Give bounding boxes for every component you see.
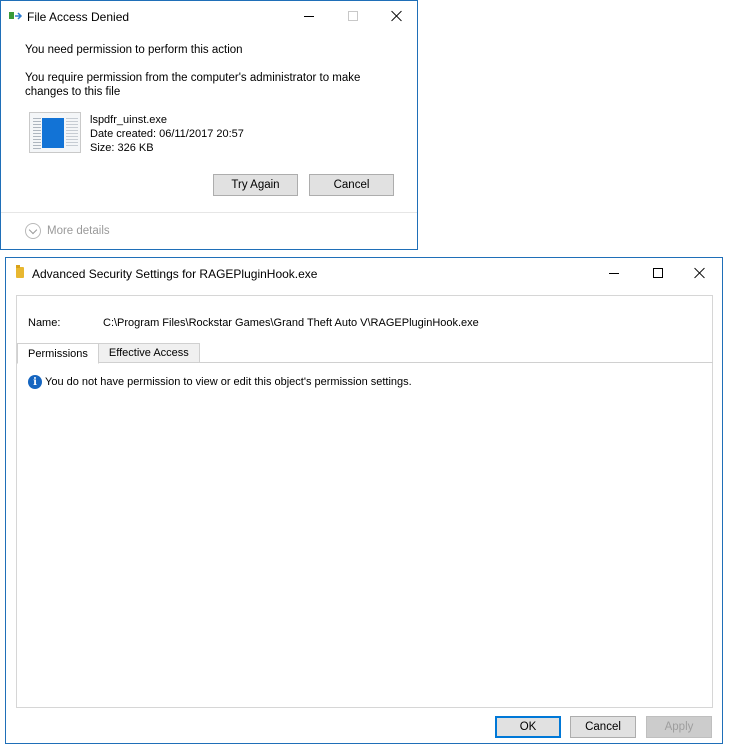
permission-message-line2: changes to this file: [25, 86, 121, 98]
object-path: C:\Program Files\Rockstar Games\Grand Th…: [103, 317, 479, 329]
file-date-created: Date created: 06/11/2017 20:57: [90, 128, 244, 140]
folder-icon: [16, 265, 24, 278]
minimize-icon: [304, 15, 314, 17]
more-details-toggle[interactable]: More details: [25, 223, 110, 239]
minimize-button[interactable]: [592, 258, 636, 288]
close-button[interactable]: [678, 258, 722, 288]
minimize-button[interactable]: [287, 1, 331, 31]
info-icon: i: [28, 375, 42, 389]
info-message: i You do not have permission to view or …: [28, 375, 412, 389]
dialog2-titlebar[interactable]: Advanced Security Settings for RAGEPlugi…: [6, 258, 722, 288]
apply-button: Apply: [646, 716, 712, 738]
close-button[interactable]: [375, 1, 419, 31]
close-icon: [391, 10, 403, 22]
maximize-button[interactable]: [636, 258, 680, 288]
file-move-icon: [9, 11, 23, 21]
file-size: Size: 326 KB: [90, 142, 154, 154]
file-thumbnail-icon: [29, 112, 81, 153]
chevron-down-icon: [25, 223, 41, 239]
maximize-button: [331, 1, 375, 31]
more-details-label: More details: [47, 225, 110, 237]
tab-bar: Permissions Effective Access: [17, 343, 200, 364]
try-again-button[interactable]: Try Again: [213, 174, 298, 196]
dialog2-title: Advanced Security Settings for RAGEPlugi…: [32, 267, 318, 281]
close-icon: [694, 267, 706, 279]
name-label: Name:: [28, 317, 61, 329]
divider: [1, 212, 417, 213]
file-info: lspdfr_uinst.exe Date created: 06/11/201…: [90, 113, 244, 155]
file-name: lspdfr_uinst.exe: [90, 114, 168, 126]
file-access-denied-dialog: File Access Denied You need permission t…: [0, 0, 418, 250]
maximize-icon: [348, 11, 358, 21]
tab-content: i You do not have permission to view or …: [18, 362, 713, 708]
info-message-text: You do not have permission to view or ed…: [45, 376, 412, 388]
permission-message-line1: You require permission from the computer…: [25, 72, 361, 84]
security-panel: Name: C:\Program Files\Rockstar Games\Gr…: [16, 295, 713, 708]
minimize-icon: [609, 272, 619, 274]
tab-effective-access[interactable]: Effective Access: [97, 343, 200, 363]
maximize-icon: [653, 268, 663, 278]
ok-button[interactable]: OK: [495, 716, 561, 738]
cancel-button[interactable]: Cancel: [570, 716, 636, 738]
dialog1-titlebar[interactable]: File Access Denied: [1, 1, 417, 31]
dialog1-title: File Access Denied: [27, 10, 130, 24]
cancel-button[interactable]: Cancel: [309, 174, 394, 196]
advanced-security-settings-dialog: Advanced Security Settings for RAGEPlugi…: [5, 257, 723, 744]
tab-permissions[interactable]: Permissions: [17, 343, 99, 364]
permission-heading: You need permission to perform this acti…: [25, 44, 243, 56]
